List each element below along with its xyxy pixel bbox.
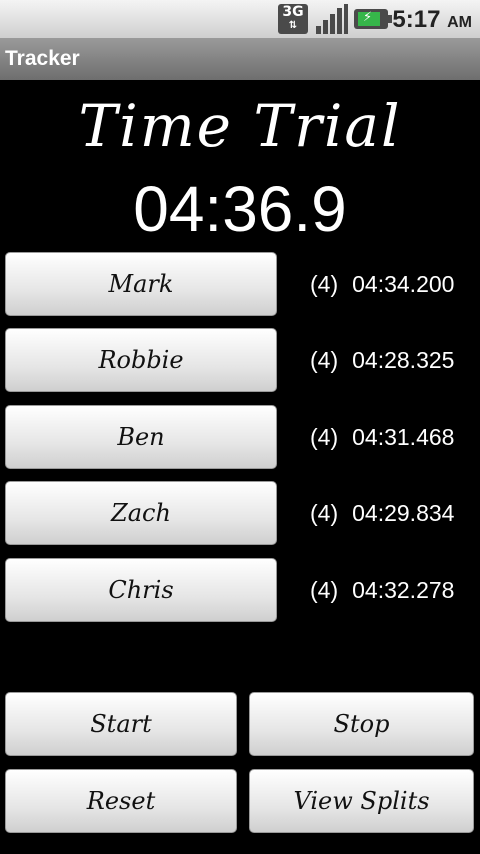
view-splits-label: View Splits bbox=[293, 787, 430, 815]
split-time: 04:31.468 bbox=[352, 424, 455, 450]
elapsed-timer: 04:36.9 bbox=[133, 173, 347, 245]
split-time: 04:29.834 bbox=[352, 500, 455, 526]
runner-button-robbie[interactable]: Robbie bbox=[5, 328, 277, 392]
start-label: Start bbox=[90, 710, 152, 738]
runner-split-mark: (4) 04:34.200 bbox=[310, 271, 480, 298]
runner-name: Robbie bbox=[98, 346, 184, 374]
split-time: 04:32.278 bbox=[352, 577, 455, 603]
network-3g-icon: 3G ⇅ bbox=[278, 4, 308, 34]
view-splits-button[interactable]: View Splits bbox=[249, 769, 474, 833]
lap-count: (4) bbox=[310, 500, 339, 526]
status-bar: 3G ⇅ ⚡ 5:17 AM bbox=[0, 0, 480, 38]
runner-split-robbie: (4) 04:28.325 bbox=[310, 347, 480, 374]
clock-ampm: AM bbox=[447, 14, 472, 31]
stop-label: Stop bbox=[333, 710, 390, 738]
signal-strength-icon bbox=[316, 4, 348, 34]
runner-split-zach: (4) 04:29.834 bbox=[310, 500, 480, 527]
clock-time: 5:17 bbox=[392, 6, 441, 33]
app-title: Tracker bbox=[5, 47, 80, 70]
page-title: Time Trial bbox=[78, 92, 402, 160]
lap-count: (4) bbox=[310, 577, 339, 603]
reset-button[interactable]: Reset bbox=[5, 769, 237, 833]
split-time: 04:34.200 bbox=[352, 271, 455, 297]
runner-name: Ben bbox=[117, 423, 165, 451]
status-clock: 5:17 AM bbox=[392, 6, 472, 34]
runner-button-mark[interactable]: Mark bbox=[5, 252, 277, 316]
lap-count: (4) bbox=[310, 347, 339, 373]
runner-button-zach[interactable]: Zach bbox=[5, 481, 277, 545]
runner-name: Zach bbox=[111, 499, 171, 527]
lap-count: (4) bbox=[310, 271, 339, 297]
runner-name: Chris bbox=[108, 576, 174, 604]
app-title-bar: Tracker bbox=[0, 38, 480, 80]
reset-label: Reset bbox=[86, 787, 156, 815]
start-button[interactable]: Start bbox=[5, 692, 237, 756]
battery-charging-icon: ⚡ bbox=[354, 9, 392, 29]
runner-name: Mark bbox=[108, 270, 174, 298]
runner-button-chris[interactable]: Chris bbox=[5, 558, 277, 622]
stop-button[interactable]: Stop bbox=[249, 692, 474, 756]
runner-split-chris: (4) 04:32.278 bbox=[310, 577, 480, 604]
runner-split-ben: (4) 04:31.468 bbox=[310, 424, 480, 451]
runner-button-ben[interactable]: Ben bbox=[5, 405, 277, 469]
lap-count: (4) bbox=[310, 424, 339, 450]
split-time: 04:28.325 bbox=[352, 347, 455, 373]
